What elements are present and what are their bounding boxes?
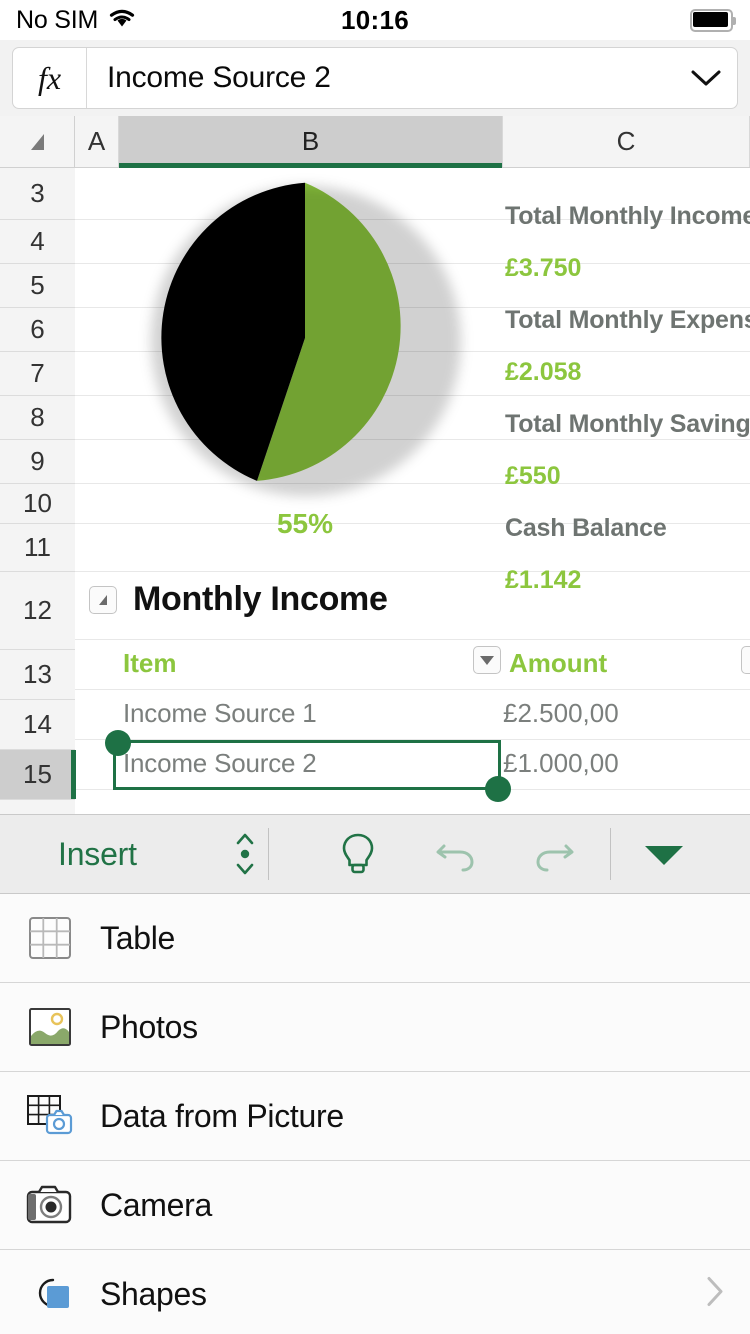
excel-mobile-screen: No SIM 10:16 fx Income Source 2 A B C 3 … — [0, 0, 750, 1334]
row-header-13[interactable]: 13 — [0, 650, 75, 700]
row-header-3[interactable]: 3 — [0, 168, 75, 220]
spreadsheet-grid[interactable]: 3 4 5 6 7 8 9 10 11 12 13 14 15 16 — [0, 168, 750, 814]
menu-item-label: Photos — [100, 1008, 198, 1045]
row-header-9[interactable]: 9 — [0, 440, 75, 484]
cell-amount-income-source-2[interactable]: £1.000,00 — [503, 748, 619, 779]
table-grid-icon — [0, 915, 100, 961]
collapse-triangle-icon[interactable] — [89, 585, 117, 614]
summary-value-total-monthly-income[interactable]: £3.750 — [505, 242, 750, 294]
ribbon-toolbar: Insert — [0, 814, 750, 894]
chevron-right-icon[interactable] — [704, 1275, 726, 1314]
formula-input[interactable]: Income Source 2 — [87, 61, 675, 95]
column-header-a[interactable]: A — [75, 116, 119, 167]
row-header-4[interactable]: 4 — [0, 220, 75, 264]
select-all-triangle-icon[interactable] — [0, 116, 75, 167]
cell-amount-income-source-1[interactable]: £2.500,00 — [503, 698, 619, 729]
table-row[interactable]: Income Source 1 £2.500,00 — [75, 690, 750, 740]
insert-menu: Table Photos Data from Picture Camera Sh… — [0, 894, 750, 1334]
column-header-item[interactable]: Item — [123, 648, 176, 679]
selection-handle-bottom-right[interactable] — [485, 776, 511, 802]
lightbulb-icon[interactable] — [330, 826, 386, 882]
menu-item-label: Table — [100, 919, 176, 956]
photos-image-icon — [0, 1007, 100, 1047]
data-from-picture-icon — [0, 1093, 100, 1139]
summary-value-total-monthly-savings[interactable]: £550 — [505, 450, 750, 502]
row-header-8[interactable]: 8 — [0, 396, 75, 440]
pie-chart[interactable] — [145, 178, 465, 498]
formula-bar-container: fx Income Source 2 — [0, 40, 750, 116]
summary-value-cash-balance[interactable]: £1.142 — [505, 554, 750, 606]
chevron-down-icon[interactable] — [675, 67, 737, 89]
menu-item-camera[interactable]: Camera — [0, 1161, 750, 1250]
row-header-15[interactable]: 15 — [0, 750, 76, 800]
menu-item-table[interactable]: Table — [0, 894, 750, 983]
summary-label-cash-balance: Cash Balance — [505, 514, 667, 542]
column-header-b[interactable]: B — [119, 116, 503, 168]
redo-icon[interactable] — [526, 826, 582, 882]
row-header-12[interactable]: 12 — [0, 572, 75, 650]
status-bar-clock: 10:16 — [341, 4, 409, 35]
menu-item-label: Data from Picture — [100, 1097, 344, 1134]
row-header-11[interactable]: 11 — [0, 524, 75, 572]
stepper-up-down-icon[interactable] — [228, 830, 262, 878]
shapes-icon — [0, 1272, 100, 1316]
menu-item-label: Camera — [100, 1186, 213, 1223]
pie-chart-data-label: 55% — [276, 508, 334, 539]
selection-handle-top-left[interactable] — [105, 730, 131, 756]
battery-full-icon — [690, 8, 736, 32]
summary-label-total-monthly-income: Total Monthly Income — [505, 202, 750, 230]
summary-value-total-monthly-expenses[interactable]: £2.058 — [505, 346, 750, 398]
cell-item-income-source-1[interactable]: Income Source 1 — [123, 698, 317, 729]
cell-selection-rectangle[interactable] — [113, 740, 501, 790]
chevron-down-filled-icon[interactable] — [636, 826, 692, 882]
menu-item-data-from-picture[interactable]: Data from Picture — [0, 1072, 750, 1161]
menu-item-shapes[interactable]: Shapes — [0, 1250, 750, 1334]
row-header-7[interactable]: 7 — [0, 352, 75, 396]
column-header-row: A B C — [0, 116, 750, 168]
sheet-content[interactable]: 55% Total Monthly Income £3.750 Total Mo… — [75, 168, 750, 814]
formula-bar[interactable]: fx Income Source 2 — [12, 47, 738, 109]
summary-label-total-monthly-savings: Total Monthly Savings — [505, 410, 750, 438]
status-bar: No SIM 10:16 — [0, 0, 750, 40]
filter-dropdown-icon[interactable] — [473, 646, 501, 674]
fx-function-button[interactable]: fx — [13, 48, 87, 108]
menu-item-photos[interactable]: Photos — [0, 983, 750, 1072]
summary-label-total-monthly-expenses: Total Monthly Expenses — [505, 306, 750, 334]
menu-item-label: Shapes — [100, 1275, 207, 1312]
monthly-income-title: Monthly Income — [133, 580, 388, 618]
summary-panel: Total Monthly Income £3.750 Total Monthl… — [505, 190, 750, 606]
status-bar-right — [690, 8, 736, 32]
tab-insert[interactable]: Insert — [58, 836, 137, 873]
row-header-10[interactable]: 10 — [0, 484, 75, 524]
undo-icon[interactable] — [428, 826, 484, 882]
row-header-column: 3 4 5 6 7 8 9 10 11 12 13 14 15 16 — [0, 168, 76, 814]
monthly-income-title-row: Monthly Income — [89, 580, 388, 619]
row-header-5[interactable]: 5 — [0, 264, 75, 308]
monthly-income-header-row: Item Amount — [75, 640, 750, 690]
row-header-16[interactable]: 16 — [0, 800, 75, 814]
row-header-14[interactable]: 14 — [0, 700, 75, 750]
row-header-6[interactable]: 6 — [0, 308, 75, 352]
column-header-amount[interactable]: Amount — [509, 648, 607, 679]
column-header-c[interactable]: C — [503, 116, 750, 167]
camera-icon — [0, 1184, 100, 1226]
pie-chart-shadow — [151, 186, 461, 496]
filter-dropdown-icon-right[interactable] — [741, 646, 750, 674]
